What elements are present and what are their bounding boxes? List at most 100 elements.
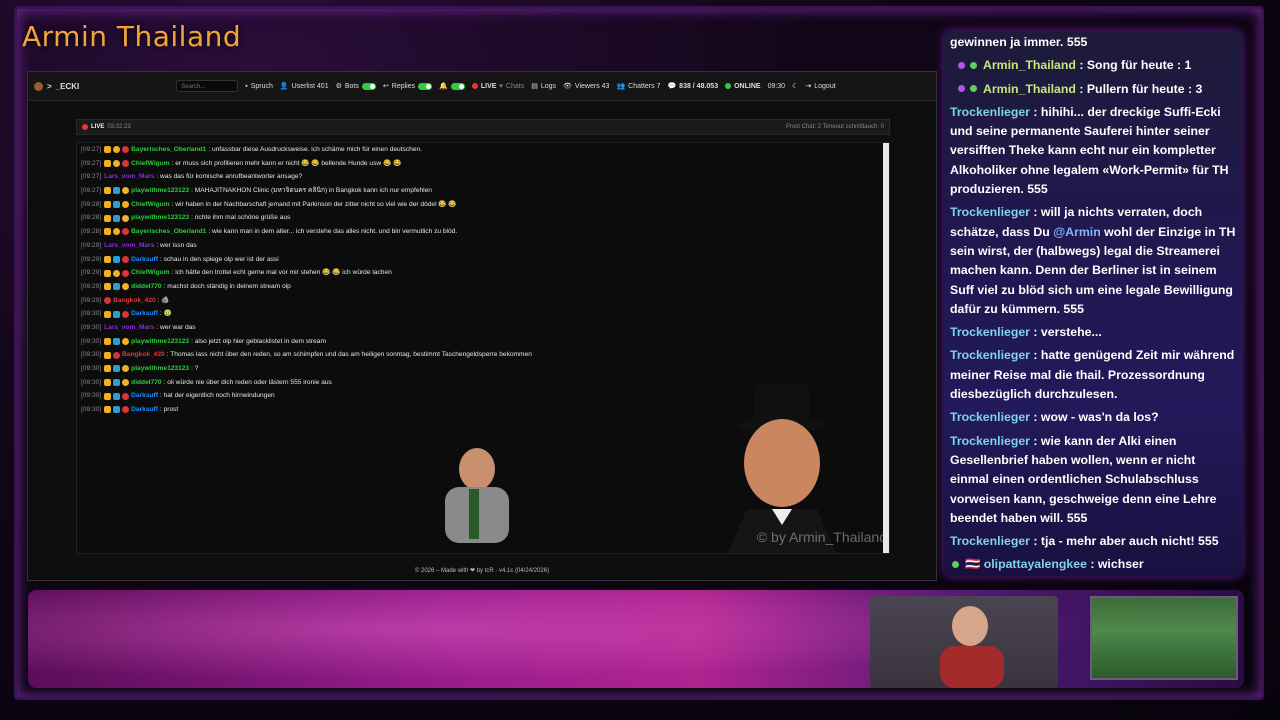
red-badge-icon bbox=[122, 255, 130, 263]
chat-scrollbar[interactable] bbox=[883, 143, 889, 553]
live-dot-icon bbox=[82, 124, 88, 130]
live-chats-button[interactable]: LIVE ▾ Chats bbox=[471, 82, 524, 90]
message-timestamp: [09:29] bbox=[81, 269, 102, 277]
chat-message: [09:30] Bangkok_420: Thomas lass nicht üb… bbox=[77, 348, 889, 362]
watermark: © by Armin_Thailand bbox=[756, 529, 887, 545]
overlay-username: Trockenlieger bbox=[950, 348, 1034, 363]
message-username[interactable]: ChiefWigum bbox=[131, 157, 169, 171]
message-username[interactable]: diddel770 bbox=[131, 280, 161, 294]
moderator-badge-icon bbox=[104, 365, 112, 373]
overlay-chat-message: Trockenlieger : tja - mehr aber auch nic… bbox=[944, 530, 1242, 553]
message-timestamp: [09:30] bbox=[81, 365, 102, 372]
message-text: : 🪨 bbox=[157, 296, 170, 304]
live-duration: 03:32:23 bbox=[107, 124, 131, 130]
red-badge-icon bbox=[122, 392, 130, 400]
brand[interactable]: > _ECKI bbox=[34, 81, 79, 91]
garden-camera bbox=[1090, 596, 1238, 680]
chat-message: [09:29] Lars_vom_Mars: wer issn das bbox=[77, 239, 889, 253]
message-username[interactable]: Bayerisches_Oberland1 bbox=[131, 225, 206, 239]
chat-log[interactable]: [09:27] Bayerisches_Oberland1: unfassbar … bbox=[76, 142, 890, 554]
message-username[interactable]: diddel770 bbox=[131, 376, 161, 390]
coin-badge-icon bbox=[122, 283, 130, 291]
message-timestamp: [09:30] bbox=[81, 351, 102, 359]
coin-badge-icon bbox=[122, 337, 130, 345]
logout-button[interactable]: ⇥ Logout bbox=[805, 82, 835, 91]
message-username[interactable]: Darksuff bbox=[131, 307, 158, 321]
message-username[interactable]: playwithme123123 bbox=[131, 335, 189, 349]
message-timestamp: [09:30] bbox=[81, 378, 102, 386]
message-username[interactable]: Bayerisches_Oberland1 bbox=[131, 143, 206, 157]
spruch-button[interactable]: ▪ Spruch bbox=[245, 83, 273, 90]
blue-badge-icon bbox=[113, 337, 121, 345]
chat-message: [09:29] ChiefWigum: ich hätte den trottel… bbox=[77, 266, 889, 280]
message-username[interactable]: playwithme123123 bbox=[131, 362, 189, 376]
overlay-username: Trockenlieger bbox=[950, 534, 1034, 549]
overlay-message-text: : wichser bbox=[1090, 557, 1144, 572]
message-username[interactable]: Bangkok_420 bbox=[113, 294, 156, 308]
message-timestamp: [09:30] bbox=[81, 337, 102, 345]
overlay-username: Trockenlieger bbox=[950, 205, 1034, 220]
message-text: : was das für komische anrufbeantworter … bbox=[156, 173, 303, 181]
coin-badge-icon bbox=[122, 214, 130, 222]
replies-toggle[interactable]: ↩ Replies bbox=[383, 82, 433, 90]
message-username[interactable]: ChiefWigum bbox=[131, 266, 169, 280]
coin-badge-icon bbox=[122, 379, 130, 387]
overlay-chat-message: gewinnen ja immer. 555 bbox=[950, 35, 1088, 49]
chat-message: [09:28] ChiefWigum: wir haben in der Nach… bbox=[77, 198, 889, 212]
sound-switch[interactable] bbox=[450, 82, 465, 90]
chat-message: [09:30] playwithme123123: also jetzt olp … bbox=[77, 335, 889, 349]
moon-icon: ☾ bbox=[792, 83, 799, 90]
message-username[interactable]: Darksuff bbox=[131, 403, 158, 417]
message-timestamp: [09:27] bbox=[81, 146, 102, 153]
message-username[interactable]: Lars_vom_Mars bbox=[104, 170, 154, 184]
moderator-badge-icon bbox=[104, 214, 112, 222]
chat-message: [09:27] playwithme123123: MAHAJITNAKHON C… bbox=[77, 184, 889, 198]
overlay-username: Armin_Thailand bbox=[983, 58, 1080, 73]
logs-button[interactable]: ▤ Logs bbox=[531, 82, 556, 91]
message-text: : hat der eigentlich noch hirnwindungen bbox=[159, 392, 275, 400]
userlist-button[interactable]: 👤 Userlist 401 bbox=[280, 82, 329, 91]
green-badge-icon bbox=[970, 62, 977, 70]
online-status: ONLINE bbox=[725, 83, 761, 90]
moderator-badge-icon bbox=[104, 283, 112, 291]
top-hat-man-image bbox=[727, 385, 837, 553]
overlay-chat-message: Trockenlieger : hatte genügend Zeit mir … bbox=[944, 344, 1242, 406]
chat-message: [09:29] Bangkok_420: 🪨 bbox=[77, 294, 889, 308]
message-username[interactable]: ChiefWigum bbox=[131, 198, 169, 212]
message-username[interactable]: Darksuff bbox=[131, 389, 158, 403]
overlay-message-text: : will ja nichts verraten, doch schätze,… bbox=[950, 205, 1236, 316]
bots-switch[interactable] bbox=[361, 82, 376, 90]
chat-message: [09:27] Bayerisches_Oberland1: unfassbar … bbox=[77, 143, 889, 157]
message-timestamp: [09:30] bbox=[81, 406, 102, 414]
message-username[interactable]: Bangkok_420 bbox=[122, 348, 165, 362]
theme-toggle[interactable]: ☾ bbox=[792, 82, 798, 90]
coin-badge-icon bbox=[122, 201, 130, 209]
bot-icon: ⚙ bbox=[335, 83, 342, 90]
overlay-chat-message: Armin_Thailand : Song für heute : 1 bbox=[944, 54, 1242, 77]
blue-badge-icon bbox=[113, 310, 121, 318]
moderator-badge-icon bbox=[104, 255, 112, 263]
search-input[interactable]: Search... bbox=[176, 80, 239, 92]
message-timestamp: [09:27] bbox=[81, 173, 102, 181]
overlay-message-text: : Pullern für heute : 3 bbox=[1079, 81, 1203, 96]
overlay-chat-message: Trockenlieger : wie kann der Alki einen … bbox=[944, 430, 1242, 530]
message-text: : prost bbox=[159, 406, 179, 414]
message-username[interactable]: playwithme123123 bbox=[131, 184, 189, 198]
message-username[interactable]: Lars_vom_Mars bbox=[104, 321, 154, 335]
blue-badge-icon bbox=[113, 365, 121, 373]
message-username[interactable]: playwithme123123 bbox=[131, 211, 189, 225]
overlay-username: Trockenlieger bbox=[950, 325, 1034, 340]
coin-badge-icon bbox=[113, 269, 121, 277]
brand-avatar-icon bbox=[34, 81, 43, 91]
messages-stat: 💬 838 / 48.053 bbox=[667, 82, 719, 91]
message-username[interactable]: Darksuff bbox=[131, 253, 158, 267]
logs-icon: ▤ bbox=[531, 83, 538, 90]
message-text: : wie kann man in dem alter... ich verst… bbox=[208, 228, 458, 236]
message-text: : richte ihm mal schöne grüße aus bbox=[191, 214, 291, 222]
sound-toggle[interactable]: 🔔 bbox=[439, 82, 465, 90]
replies-switch[interactable] bbox=[418, 82, 433, 90]
message-username[interactable]: Lars_vom_Mars bbox=[104, 239, 154, 253]
overlay-chat-message: Trockenlieger : hihihi... der dreckige S… bbox=[944, 101, 1242, 201]
overlay-message-text: : Song für heute : 1 bbox=[1079, 58, 1192, 73]
bots-toggle[interactable]: ⚙ Bots bbox=[336, 82, 376, 90]
